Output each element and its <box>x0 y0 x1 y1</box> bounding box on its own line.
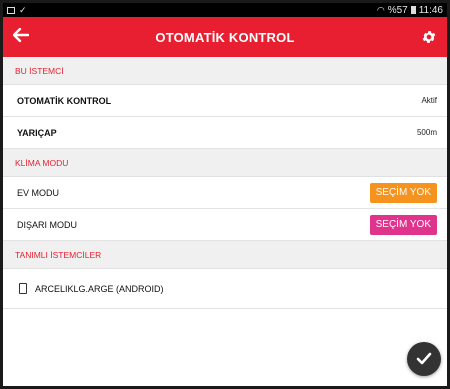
phone-icon <box>19 283 27 294</box>
arrow-left-icon[interactable] <box>12 27 33 47</box>
app-screen: ✓ ◠ %57 11:46 OTOMATİK KONTROL BU İSTEMC… <box>3 3 447 386</box>
radius-row[interactable]: YARIÇAP 500m <box>3 117 447 149</box>
auto-control-value: Aktif <box>421 96 437 105</box>
home-mode-select-button[interactable]: SEÇİM YOK <box>369 182 437 203</box>
auto-control-label: OTOMATİK KONTROL <box>17 95 112 106</box>
section-header-clients: TANIMLI İSTEMCİLER <box>3 241 447 269</box>
section-header-client: BU İSTEMCİ <box>3 57 447 85</box>
client-name: ARCELIKLG.ARGE (ANDROID) <box>35 283 164 294</box>
checkmark-icon <box>416 352 432 365</box>
wifi-icon: ◠ <box>376 4 385 15</box>
away-mode-row: DIŞARI MODU SEÇİM YOK <box>3 209 447 241</box>
radius-value: 500m <box>416 128 437 137</box>
battery-icon <box>410 6 416 14</box>
status-left: ✓ <box>7 4 27 15</box>
confirm-button[interactable] <box>407 342 441 376</box>
away-mode-label: DIŞARI MODU <box>17 219 78 230</box>
image-icon <box>7 6 15 14</box>
clock: 11:46 <box>418 4 443 16</box>
status-right: ◠ %57 11:46 <box>377 5 443 16</box>
gear-icon[interactable] <box>417 29 437 45</box>
section-header-ac-mode: KLİMA MODU <box>3 149 447 177</box>
page-title: OTOMATİK KONTROL <box>155 29 295 45</box>
app-bar: OTOMATİK KONTROL <box>3 17 447 57</box>
check-icon: ✓ <box>19 4 27 15</box>
status-bar: ✓ ◠ %57 11:46 <box>3 3 447 17</box>
back-arrow-svg <box>12 27 30 43</box>
radius-label: YARIÇAP <box>17 127 57 138</box>
away-mode-select-button[interactable]: SEÇİM YOK <box>369 214 437 235</box>
gear-svg <box>422 31 436 43</box>
home-mode-label: EV MODU <box>17 187 60 198</box>
list-item[interactable]: ARCELIKLG.ARGE (ANDROID) <box>3 269 447 309</box>
auto-control-row[interactable]: OTOMATİK KONTROL Aktif <box>3 85 447 117</box>
battery-percent: %57 <box>387 4 408 16</box>
home-mode-row: EV MODU SEÇİM YOK <box>3 177 447 209</box>
